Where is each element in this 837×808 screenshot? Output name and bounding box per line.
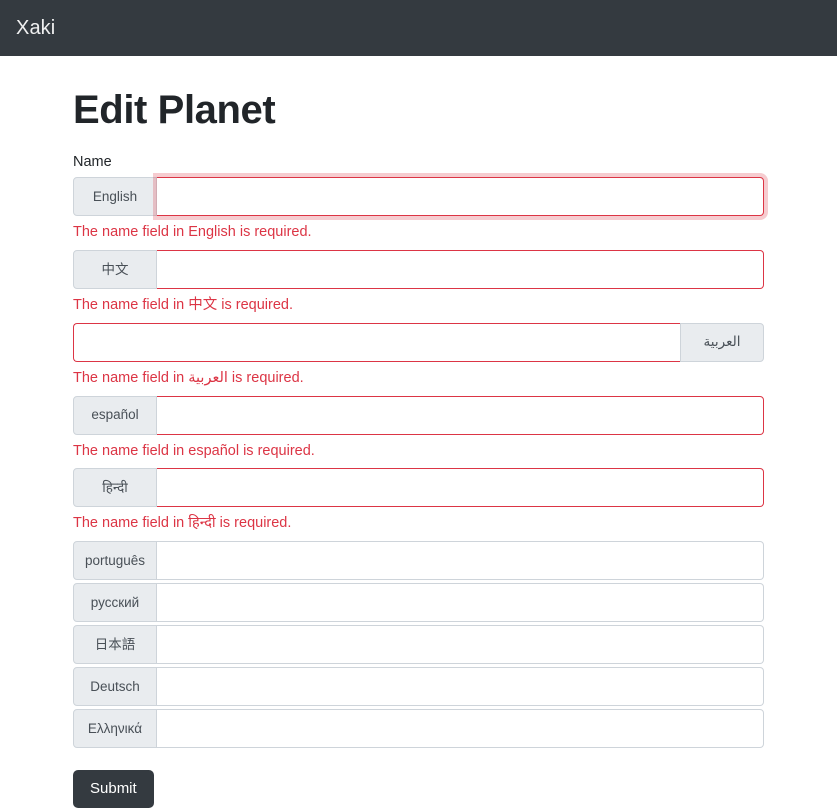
name-input[interactable]: [157, 541, 764, 581]
language-addon-label: العربية: [680, 322, 764, 362]
validation-error-message: The name field in हिन्दी is required.: [73, 515, 292, 532]
name-input[interactable]: [157, 249, 764, 289]
name-input[interactable]: [73, 322, 680, 362]
row-spacer: [73, 748, 837, 751]
translation-rows: English The name field in English is requ…: [73, 177, 837, 751]
validation-error-message: The name field in español is required.: [73, 442, 315, 459]
top-navbar: Xaki: [0, 0, 837, 56]
input-group-5: português: [73, 541, 764, 581]
name-input[interactable]: [157, 468, 764, 508]
input-group-4: हिन्दी: [73, 468, 764, 508]
language-addon-label: português: [73, 541, 157, 581]
language-addon-label: 日本語: [73, 625, 157, 665]
input-group-2: العربية: [73, 322, 764, 362]
input-group-0: English: [73, 177, 764, 216]
name-input[interactable]: [157, 177, 764, 216]
navbar-brand-link[interactable]: Xaki: [16, 18, 55, 38]
page-container: Edit Planet Name English The name field i…: [0, 56, 837, 808]
language-addon-label: हिन्दी: [73, 468, 157, 508]
name-input[interactable]: [157, 583, 764, 623]
name-input[interactable]: [157, 709, 764, 749]
input-group-3: español: [73, 395, 764, 435]
validation-error-message: The name field in 中文 is required.: [73, 296, 294, 313]
page-title: Edit Planet: [73, 88, 276, 132]
name-input[interactable]: [157, 395, 764, 435]
name-input[interactable]: [157, 625, 764, 665]
language-addon-label: 中文: [73, 249, 157, 289]
name-field-label: Name: [73, 154, 112, 170]
input-group-9: Ελληνικά: [73, 709, 764, 749]
input-group-7: 日本語: [73, 625, 764, 665]
input-group-8: Deutsch: [73, 667, 764, 707]
language-addon-label: English: [73, 177, 157, 216]
edit-planet-form: Name English The name field in English is…: [73, 134, 837, 808]
language-addon-label: Deutsch: [73, 667, 157, 707]
validation-error-message: The name field in English is required.: [73, 224, 312, 240]
validation-error-message: The name field in العربية is required.: [73, 369, 304, 386]
language-addon-label: русский: [73, 583, 157, 623]
language-addon-label: español: [73, 395, 157, 435]
language-addon-label: Ελληνικά: [73, 709, 157, 749]
input-group-6: русский: [73, 583, 764, 623]
name-input[interactable]: [157, 667, 764, 707]
input-group-1: 中文: [73, 249, 764, 289]
submit-button[interactable]: Submit: [73, 770, 154, 808]
